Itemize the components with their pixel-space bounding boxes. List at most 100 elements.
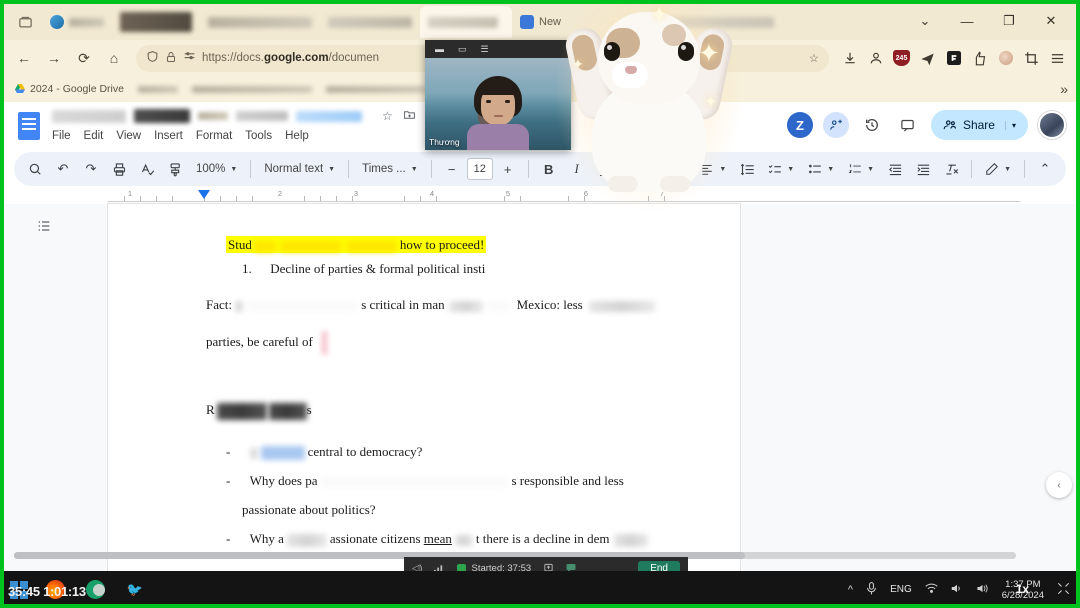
notification-icon[interactable]	[1057, 582, 1070, 598]
zoom-maximize-button[interactable]: ▭	[458, 44, 467, 55]
menu-tools[interactable]: Tools	[245, 130, 272, 142]
menu-insert[interactable]: Insert	[154, 130, 183, 142]
star-icon[interactable]: ☆	[382, 109, 393, 123]
bookmark-redacted[interactable]	[325, 85, 426, 93]
downloads-icon[interactable]	[837, 46, 862, 71]
ruler-track[interactable]: 1 2 3 4 5 6 7	[108, 189, 1020, 204]
numbered-list-dropdown[interactable]: ▼	[842, 157, 880, 181]
back-button[interactable]: ←	[10, 44, 38, 72]
timer-value-a: 35:45	[8, 583, 40, 599]
maximize-button[interactable]: ❐	[988, 6, 1030, 36]
browser-tab[interactable]	[42, 6, 112, 38]
minimize-button[interactable]: —	[946, 6, 988, 36]
decrease-font-size-button[interactable]: −	[439, 156, 465, 182]
print-icon[interactable]	[106, 156, 132, 182]
list-all-tabs-icon[interactable]	[8, 7, 42, 37]
mic-icon[interactable]	[866, 581, 877, 598]
move-to-folder-icon[interactable]	[403, 108, 416, 124]
browser-tab[interactable]: New	[512, 6, 662, 38]
lock-icon[interactable]	[165, 51, 177, 66]
browser-tab[interactable]	[320, 6, 420, 38]
extension-adblock-icon[interactable]	[941, 46, 966, 71]
forward-button[interactable]: →	[40, 44, 68, 72]
editing-mode-dropdown[interactable]: ▼	[979, 157, 1017, 181]
extension-crop-icon[interactable]	[1019, 46, 1044, 71]
user-avatar[interactable]	[1038, 111, 1066, 139]
extension-thumbs-icon[interactable]	[967, 46, 992, 71]
extension-paperplane-icon[interactable]	[915, 46, 940, 71]
document-title-redacted[interactable]	[52, 109, 126, 123]
browser-tab[interactable]	[200, 6, 320, 38]
tray-chevron-icon[interactable]: ^	[848, 584, 853, 596]
close-button[interactable]: ✕	[1030, 6, 1072, 36]
zoom-app-badge[interactable]: Z	[786, 112, 813, 138]
line-spacing-icon[interactable]	[734, 156, 760, 182]
indent-marker[interactable]	[198, 190, 210, 200]
paragraph-style-dropdown[interactable]: Normal text ▼	[258, 157, 341, 181]
home-button[interactable]: ⌂	[100, 44, 128, 72]
collapse-toolbar-button[interactable]: ⌃	[1032, 156, 1058, 182]
increase-indent-icon[interactable]	[910, 156, 936, 182]
menu-format[interactable]: Format	[196, 130, 232, 142]
font-family-dropdown[interactable]: Times ... ▼	[356, 157, 424, 181]
share-caret-icon[interactable]: ▾	[1004, 120, 1016, 130]
bold-button[interactable]: B	[536, 156, 562, 182]
doc-inline-link[interactable]: mean	[424, 531, 452, 546]
bookmark-star-icon[interactable]: ☆	[809, 51, 819, 65]
bulleted-list-dropdown[interactable]: ▼	[802, 157, 840, 181]
zoom-video-thumbnail[interactable]: ▬ ▭ ☰ Thương	[425, 40, 571, 150]
bird-taskbar-icon[interactable]: 🐦	[122, 577, 148, 603]
document-outline-icon[interactable]	[32, 214, 56, 238]
document-title-redacted[interactable]	[134, 109, 190, 123]
menu-view[interactable]: View	[116, 130, 141, 142]
comment-icon[interactable]	[895, 112, 921, 138]
hamburger-menu-icon[interactable]	[1045, 46, 1070, 71]
menu-file[interactable]: File	[52, 130, 71, 142]
browser-tab[interactable]	[662, 6, 782, 38]
zoom-minimize-button[interactable]: ▬	[435, 44, 444, 54]
menu-help[interactable]: Help	[285, 130, 309, 142]
tab-overflow-chevron-icon[interactable]: ⌄	[904, 6, 946, 36]
volume-icon[interactable]	[951, 583, 963, 597]
redo-button[interactable]: ↷	[78, 156, 104, 182]
paint-format-icon[interactable]	[162, 156, 188, 182]
underline-button[interactable]: U	[592, 156, 618, 182]
font-size-input[interactable]: 12	[466, 158, 493, 180]
document-page[interactable]: Stud how to proceed! 1. Decline of partie…	[108, 204, 740, 571]
italic-button[interactable]: I	[564, 156, 590, 182]
bookmarks-overflow-chevron-icon[interactable]: »	[1060, 81, 1068, 97]
language-indicator[interactable]: ENG	[890, 584, 912, 595]
wifi-icon[interactable]	[925, 583, 938, 597]
zoom-level-dropdown[interactable]: 100% ▼	[190, 157, 243, 181]
align-dropdown[interactable]: ▼	[694, 157, 732, 181]
browser-tab[interactable]	[112, 6, 200, 38]
bookmark-item-drive[interactable]: 2024 - Google Drive	[14, 83, 124, 95]
zoom-menu-button[interactable]: ☰	[481, 44, 489, 55]
reload-button[interactable]: ⟳	[70, 44, 98, 72]
share-button[interactable]: Share ▾	[930, 110, 1028, 140]
docs-logo-icon[interactable]	[12, 106, 46, 146]
menu-edit[interactable]: Edit	[84, 130, 104, 142]
align-left-icon	[702, 164, 712, 175]
extension-face-icon[interactable]	[993, 46, 1018, 71]
checklist-dropdown[interactable]: ▼	[762, 157, 800, 181]
increase-font-size-button[interactable]: +	[495, 156, 521, 182]
spellcheck-icon[interactable]	[134, 156, 160, 182]
collapse-panel-button[interactable]: ‹	[1046, 472, 1072, 498]
account-icon[interactable]	[863, 46, 888, 71]
extension-badge-icon[interactable]: 245	[889, 46, 914, 71]
search-icon[interactable]	[22, 156, 48, 182]
clear-formatting-icon[interactable]	[938, 156, 964, 182]
undo-button[interactable]: ↶	[50, 156, 76, 182]
version-history-icon[interactable]	[859, 112, 885, 138]
volume-alt-icon[interactable]	[976, 583, 989, 597]
bookmark-redacted[interactable]	[137, 85, 178, 93]
bookmark-redacted[interactable]	[191, 85, 312, 93]
browser-tab-active[interactable]	[420, 6, 512, 38]
permissions-icon[interactable]	[183, 50, 196, 66]
document-title-redacted	[296, 110, 362, 122]
shield-icon[interactable]	[146, 50, 159, 66]
decrease-indent-icon[interactable]	[882, 156, 908, 182]
present-icon[interactable]	[822, 112, 849, 138]
taskbar-clock[interactable]: 1:37 PM 6/28/2024 1x	[1002, 579, 1044, 601]
